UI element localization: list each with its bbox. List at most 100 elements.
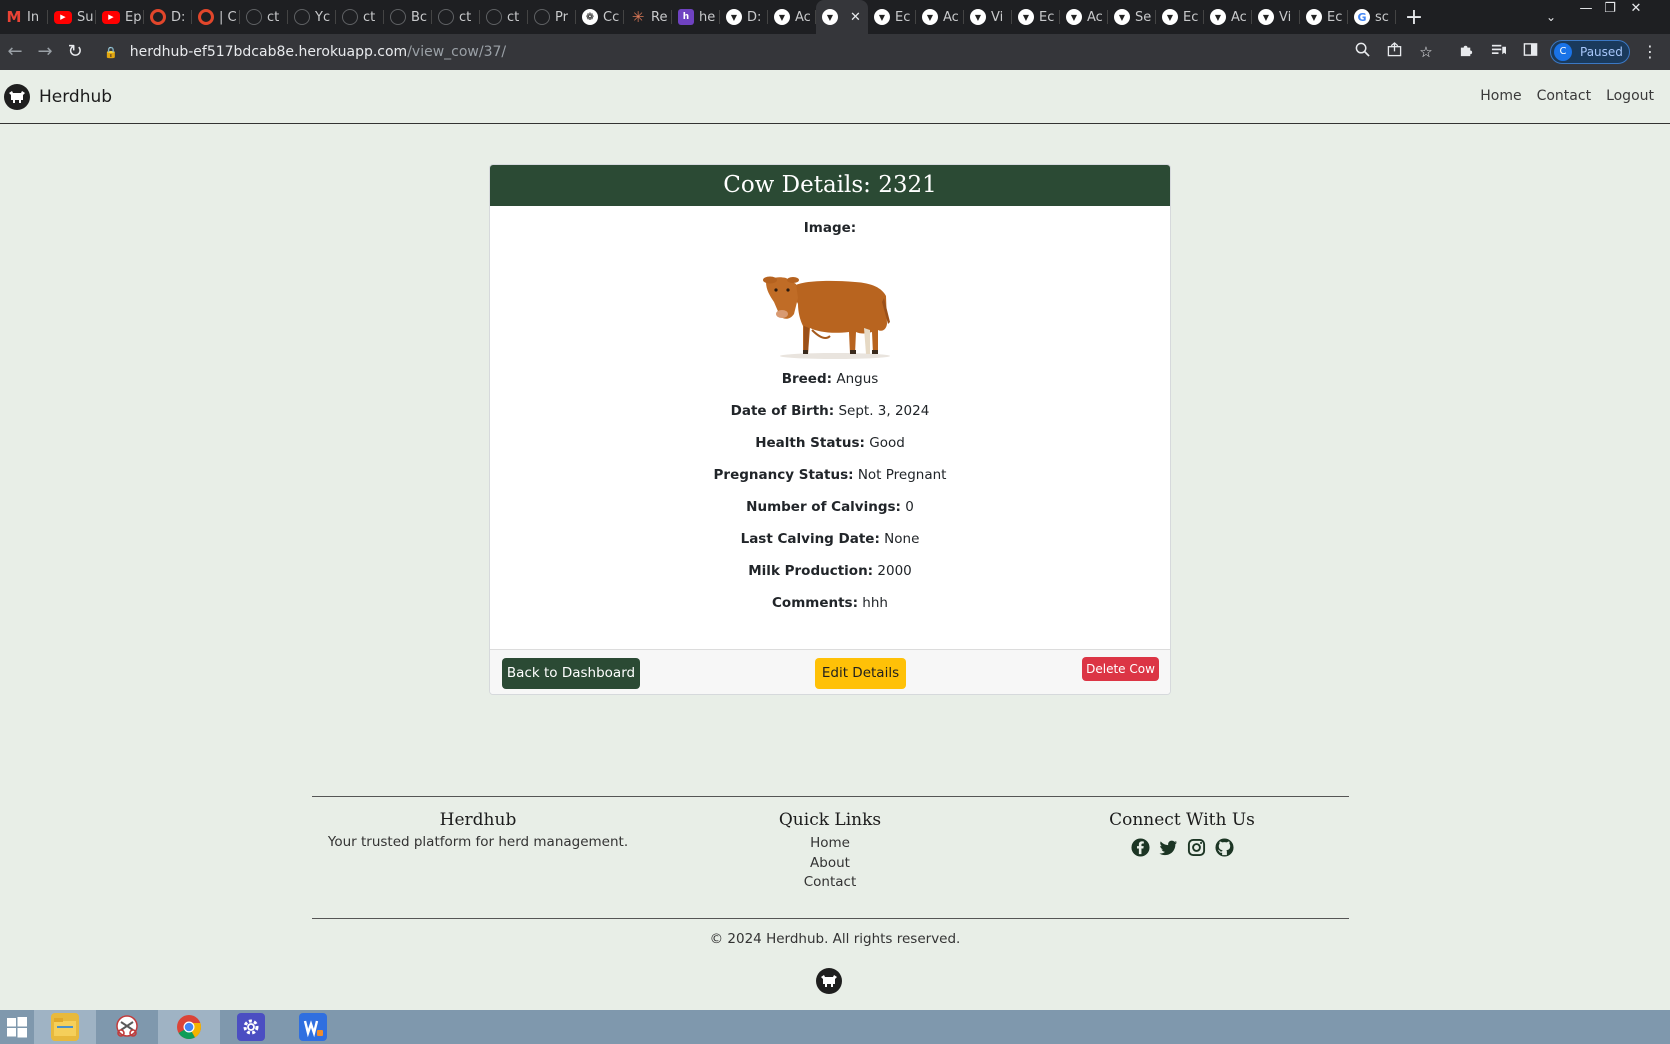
reload-icon[interactable]: ↻: [60, 37, 90, 67]
bookmark-star-icon[interactable]: ☆: [1414, 40, 1438, 64]
browser-tab[interactable]: ct: [240, 0, 288, 34]
extensions-icon[interactable]: [1454, 40, 1478, 64]
minimize-icon[interactable]: —: [1574, 0, 1598, 20]
share-icon[interactable]: [1382, 40, 1406, 64]
twitter-icon[interactable]: [1158, 838, 1178, 857]
brand-link[interactable]: Herdhub: [4, 83, 112, 110]
tab-close-icon[interactable]: ✕: [850, 10, 861, 25]
cow-icon: ▼: [1114, 9, 1130, 25]
browser-tab[interactable]: ▼ Ac: [1060, 0, 1108, 34]
browser-tab[interactable]: Pr: [528, 0, 576, 34]
tab-list: M In ▶ Su ▶ Ep D: | C ct Yc ct Bc ct ct Pr ❁ Cc ✳ Re h he ▼ D:…: [0, 0, 1396, 34]
browser-tab[interactable]: D:: [144, 0, 192, 34]
delete-cow-button[interactable]: Delete Cow: [1082, 657, 1159, 681]
footer-contact-link[interactable]: Contact: [660, 873, 1000, 893]
browser-tab[interactable]: ▼ Ac: [916, 0, 964, 34]
browser-tab[interactable]: Gsc: [1348, 0, 1396, 34]
tab-search-icon[interactable]: ⌄: [1538, 5, 1564, 29]
browser-tab[interactable]: ❁ Cc: [576, 0, 624, 34]
tab-label: ct: [459, 9, 472, 25]
nav-links: Home Contact Logout: [1480, 88, 1654, 104]
settings-gear-icon[interactable]: [220, 1010, 282, 1044]
tab-label: Ec: [1183, 9, 1199, 25]
profile-button[interactable]: C Paused: [1550, 40, 1630, 64]
browser-tab[interactable]: ct: [432, 0, 480, 34]
connect-title: Connect With Us: [1109, 810, 1255, 830]
tab-label: | C: [219, 9, 237, 25]
browser-tab[interactable]: ✳ Re: [624, 0, 672, 34]
browser-tab[interactable]: h he: [672, 0, 720, 34]
footer-about-link[interactable]: About: [660, 854, 1000, 874]
browser-tab[interactable]: ▶ Su: [48, 0, 96, 34]
browser-tab[interactable]: ▼ Vi: [1252, 0, 1300, 34]
zoom-icon[interactable]: [1350, 40, 1374, 64]
detail-label: Health Status:: [755, 435, 865, 451]
nav-contact-link[interactable]: Contact: [1537, 88, 1591, 104]
browser-tab[interactable]: ▼ Ec: [868, 0, 916, 34]
browser-tab[interactable]: ▼ Ec: [1300, 0, 1348, 34]
browser-tab[interactable]: ▼ Se: [1108, 0, 1156, 34]
instagram-icon[interactable]: [1187, 838, 1206, 857]
copyright-text: © 2024 Herdhub. All rights reserved.: [709, 931, 961, 947]
tab-label: Vi: [1279, 9, 1292, 25]
side-panel-icon[interactable]: [1518, 40, 1542, 64]
footer-logo-link[interactable]: [816, 968, 842, 994]
reading-list-icon[interactable]: [1486, 40, 1510, 64]
cow-icon: ▼: [774, 9, 790, 25]
browser-tab[interactable]: Yc: [288, 0, 336, 34]
browser-tab[interactable]: Bc: [384, 0, 432, 34]
browser-tab[interactable]: ▶ Ep: [96, 0, 144, 34]
new-tab-button[interactable]: +: [1396, 5, 1432, 30]
browser-menu-icon[interactable]: ⋮: [1640, 40, 1660, 64]
nav-logout-link[interactable]: Logout: [1606, 88, 1654, 104]
browser-tab[interactable]: ▼ Ec: [1012, 0, 1060, 34]
github-icon[interactable]: [1214, 838, 1234, 857]
close-window-icon[interactable]: ✕: [1624, 0, 1648, 20]
restore-icon[interactable]: ❐: [1598, 0, 1622, 20]
profile-status: Paused: [1580, 45, 1623, 59]
facebook-icon[interactable]: [1130, 838, 1150, 857]
snipping-tool-icon[interactable]: [96, 1010, 158, 1044]
tab-label: D:: [747, 9, 762, 25]
browser-tab[interactable]: ct: [480, 0, 528, 34]
lock-icon[interactable]: 🔒: [104, 46, 118, 59]
chrome-icon[interactable]: [158, 1010, 220, 1044]
cow-icon: ▼: [1258, 9, 1274, 25]
forward-icon[interactable]: →: [30, 37, 60, 67]
browser-tab[interactable]: ct: [336, 0, 384, 34]
detail-row: Milk Production: 2000: [490, 555, 1170, 587]
detail-row: Health Status: Good: [490, 427, 1170, 459]
browser-tab[interactable]: | C: [192, 0, 240, 34]
browser-tab[interactable]: ▼ Ac: [1204, 0, 1252, 34]
google-icon: G: [1354, 9, 1370, 25]
file-explorer-icon[interactable]: [34, 1010, 96, 1044]
footer-bottom-divider: [312, 918, 1349, 919]
footer-quick-links-column: Quick Links Home About Contact: [660, 810, 1000, 893]
edit-details-button[interactable]: Edit Details: [815, 658, 906, 689]
tab-label: Ep: [125, 9, 142, 25]
tab-label: Ec: [895, 9, 911, 25]
detail-value: Not Pregnant: [857, 467, 947, 483]
github-icon: [246, 9, 262, 25]
footer-tagline: Your trusted platform for herd managemen…: [327, 834, 629, 850]
windows-start-icon[interactable]: [0, 1010, 34, 1044]
detail-label: Number of Calvings:: [746, 499, 901, 515]
browser-tab[interactable]: M In: [0, 0, 48, 34]
browser-tab[interactable]: ▼ Ac: [768, 0, 816, 34]
back-icon[interactable]: ←: [0, 37, 30, 67]
url-bar[interactable]: 🔒 herdhub-ef517bdcab8e.herokuapp.com/vie…: [104, 38, 1354, 66]
image-label: Image:: [803, 220, 857, 236]
detail-value: hhh: [862, 595, 888, 611]
tab-label: Yc: [315, 9, 331, 25]
tab-label: Ac: [1231, 9, 1247, 25]
github-icon: [534, 9, 550, 25]
cow-icon: ▼: [1066, 9, 1082, 25]
wps-office-icon[interactable]: [282, 1010, 344, 1044]
footer-home-link[interactable]: Home: [660, 834, 1000, 854]
browser-tab[interactable]: ▼ Ec: [1156, 0, 1204, 34]
back-to-dashboard-button[interactable]: Back to Dashboard: [502, 658, 640, 689]
tab-active[interactable]: ▼ ✕: [816, 0, 868, 34]
browser-tab[interactable]: ▼ D:: [720, 0, 768, 34]
browser-tab[interactable]: ▼ Vi: [964, 0, 1012, 34]
nav-home-link[interactable]: Home: [1480, 88, 1521, 104]
